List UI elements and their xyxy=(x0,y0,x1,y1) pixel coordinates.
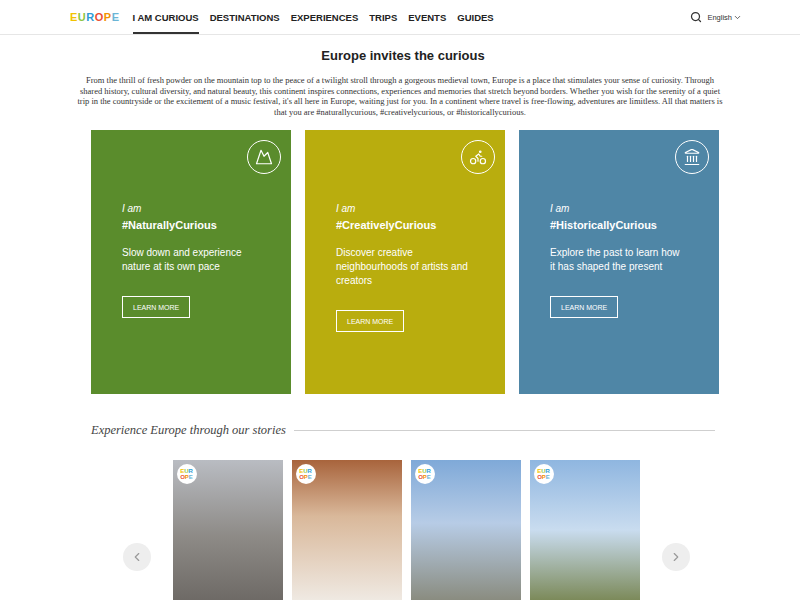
bicycle-icon xyxy=(469,148,487,166)
logo-letter: U xyxy=(78,11,86,23)
story-badge: EUROPE xyxy=(415,464,435,484)
card-lead: I am xyxy=(336,202,485,215)
stories-title: Experience Europe through our stories xyxy=(91,423,286,438)
learn-more-button[interactable]: LEARN MORE xyxy=(336,310,404,332)
story-card[interactable]: EUROPE xyxy=(530,460,640,600)
card-tag: #HistoricallyCurious xyxy=(550,218,699,232)
chevron-down-icon xyxy=(733,13,742,22)
logo-letter: R xyxy=(86,11,94,23)
story-card[interactable]: EUROPE xyxy=(292,460,402,600)
nav-item[interactable]: EVENTS xyxy=(408,0,446,34)
prev-button[interactable] xyxy=(123,543,151,571)
top-nav: EUROPEI AM CURIOUSDESTINATIONSEXPERIENCE… xyxy=(0,0,800,35)
building-icon xyxy=(683,148,701,166)
logo-letter: O xyxy=(95,11,104,23)
nav-item[interactable]: GUIDES xyxy=(457,0,493,34)
next-button[interactable] xyxy=(662,543,690,571)
chevron-left-icon xyxy=(130,550,144,564)
nav-item[interactable]: DESTINATIONS xyxy=(210,0,280,34)
card-tag: #CreativelyCurious xyxy=(336,218,485,232)
language-select[interactable]: English xyxy=(707,13,742,22)
story-card[interactable]: EUROPE xyxy=(173,460,283,600)
card-icon-ring xyxy=(675,140,709,174)
card-lead: I am xyxy=(550,202,699,215)
mountain-icon xyxy=(255,148,273,166)
story-card[interactable]: EUROPE xyxy=(411,460,521,600)
story-badge: EUROPE xyxy=(177,464,197,484)
divider-line xyxy=(294,430,715,431)
nav-item[interactable]: TRIPS xyxy=(369,0,397,34)
card-lead: I am xyxy=(122,202,271,215)
story-badge: EUROPE xyxy=(534,464,554,484)
page-title: Europe invites the curious xyxy=(91,48,715,63)
curious-card[interactable]: I am #NaturallyCurious Slow down and exper… xyxy=(91,130,291,394)
logo-letter: E xyxy=(70,11,78,23)
intro-text: From the thrill of fresh powder on the m… xyxy=(75,75,725,117)
stories-header: Experience Europe through our stories xyxy=(91,423,715,438)
learn-more-button[interactable]: LEARN MORE xyxy=(122,296,190,318)
story-badge: EUROPE xyxy=(296,464,316,484)
card-icon-ring xyxy=(461,140,495,174)
search-icon[interactable] xyxy=(690,11,702,23)
logo-letter: P xyxy=(104,11,112,23)
card-icon-ring xyxy=(247,140,281,174)
curious-card[interactable]: I am #CreativelyCurious Discover creative … xyxy=(305,130,505,394)
card-tag: #NaturallyCurious xyxy=(122,218,271,232)
card-description: Discover creative neighbourhoods of arti… xyxy=(336,246,471,288)
nav-menu: I AM CURIOUS DESTINATIONS EXPERIENCES TRIPS… xyxy=(133,0,494,34)
card-description: Slow down and experience nature at its o… xyxy=(122,246,257,274)
stories-carousel: EUROPE EUROPE EUROPE EUROPE xyxy=(6,460,800,600)
chevron-right-icon xyxy=(669,550,683,564)
logo[interactable]: EUROPE xyxy=(70,11,120,23)
logo-letter: E xyxy=(112,11,120,23)
nav-item[interactable]: I AM CURIOUS xyxy=(133,0,199,34)
nav-item[interactable]: EXPERIENCES xyxy=(291,0,359,34)
curious-card[interactable]: I am #HistoricallyCurious Explore the past… xyxy=(519,130,719,394)
curious-cards: I am #NaturallyCurious Slow down and exper… xyxy=(91,130,715,394)
learn-more-button[interactable]: LEARN MORE xyxy=(550,296,618,318)
card-description: Explore the past to learn how it has sha… xyxy=(550,246,685,274)
